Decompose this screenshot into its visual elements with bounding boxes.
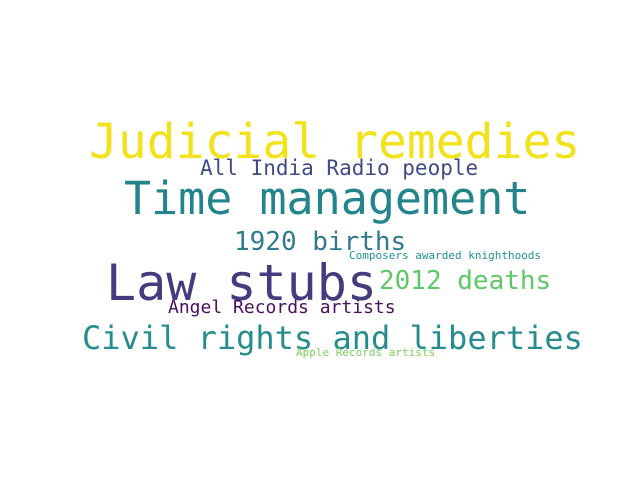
- word-time-management: Time management: [124, 172, 531, 225]
- word-2012-deaths: 2012 deaths: [379, 266, 552, 296]
- word-apple-records-artists: Apple Records artists: [296, 346, 436, 359]
- word-angel-records-artists: Angel Records artists: [168, 297, 396, 318]
- word-cloud: Judicial remedies All India Radio people…: [0, 0, 640, 480]
- word-composers-awarded-knighthoods: Composers awarded knighthoods: [349, 249, 542, 262]
